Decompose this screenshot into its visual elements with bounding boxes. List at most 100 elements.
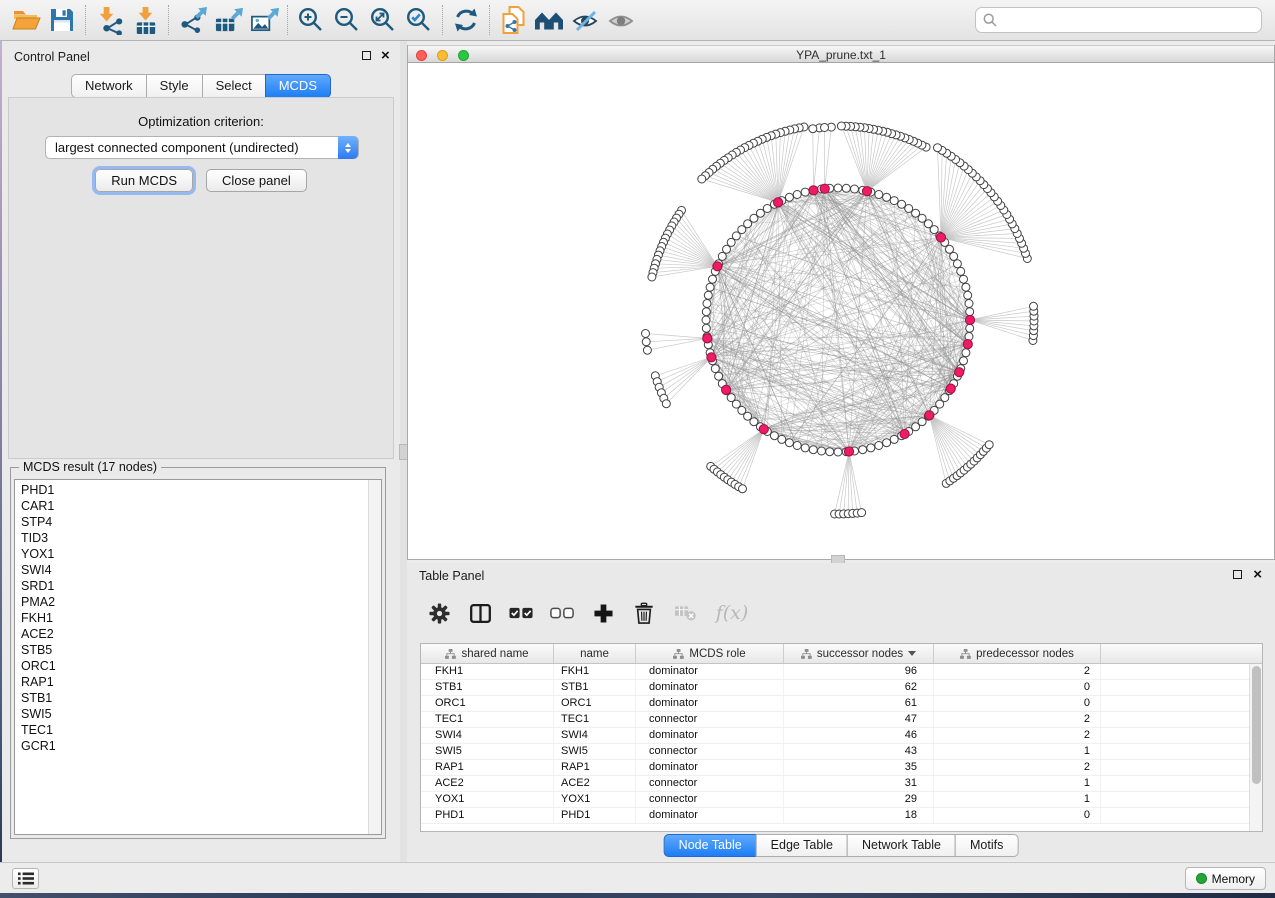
mcds-result-item[interactable]: PMA2 — [21, 594, 381, 610]
mcds-result-item[interactable]: GCR1 — [21, 738, 381, 754]
mcds-result-item[interactable]: SRD1 — [21, 578, 381, 594]
tab-network-table[interactable]: Network Table — [847, 834, 956, 857]
table-cell[interactable]: RAP1 — [554, 760, 636, 775]
save-session-icon[interactable] — [44, 3, 80, 37]
table-cell[interactable]: 1 — [934, 792, 1101, 807]
table-cell[interactable]: 18 — [784, 808, 934, 823]
network-node[interactable] — [709, 275, 717, 283]
close-panel-button[interactable]: Close panel — [206, 169, 307, 192]
zoom-out-icon[interactable] — [329, 3, 365, 37]
run-mcds-button[interactable]: Run MCDS — [95, 169, 193, 192]
network-node[interactable] — [953, 260, 961, 268]
export-image-icon[interactable] — [246, 3, 282, 37]
table-cell[interactable]: dominator — [636, 728, 784, 743]
table-cell[interactable]: ORC1 — [421, 696, 554, 711]
memory-button[interactable]: Memory — [1185, 867, 1266, 890]
table-cell[interactable]: 46 — [784, 728, 934, 743]
scrollbar-thumb[interactable] — [1252, 666, 1261, 784]
network-node[interactable] — [875, 191, 883, 199]
refresh-layout-icon[interactable] — [448, 3, 484, 37]
network-node[interactable] — [727, 238, 735, 246]
table-cell[interactable]: RAP1 — [421, 760, 554, 775]
table-cell[interactable]: dominator — [636, 664, 784, 679]
table-cell[interactable]: 2 — [934, 728, 1101, 743]
network-node[interactable] — [643, 346, 651, 354]
mcds-result-item[interactable]: ORC1 — [21, 658, 381, 674]
table-cell[interactable]: SWI4 — [421, 728, 554, 743]
network-node[interactable] — [962, 349, 970, 357]
network-node[interactable] — [662, 400, 670, 408]
table-cell[interactable]: connector — [636, 712, 784, 727]
network-node[interactable] — [962, 283, 970, 291]
hide-selected-icon[interactable] — [567, 3, 603, 37]
table-cell[interactable]: TEC1 — [421, 712, 554, 727]
network-node[interactable] — [898, 200, 906, 208]
table-cell[interactable]: dominator — [636, 696, 784, 711]
network-canvas[interactable] — [408, 63, 1274, 558]
table-cell[interactable]: 61 — [784, 696, 934, 711]
network-node[interactable] — [834, 184, 842, 192]
network-node[interactable] — [950, 252, 958, 260]
table-cell[interactable]: FKH1 — [421, 664, 554, 679]
column-header-predecessor-nodes[interactable]: predecessor nodes — [934, 644, 1101, 663]
show-all-icon[interactable] — [603, 3, 639, 37]
network-node[interactable] — [702, 316, 710, 324]
mcds-result-item[interactable]: STP4 — [21, 514, 381, 530]
copy-network-icon[interactable] — [495, 3, 531, 37]
float-panel-icon[interactable] — [362, 51, 371, 60]
close-panel-icon[interactable]: × — [1253, 570, 1262, 579]
mcds-hub-node[interactable] — [936, 233, 945, 242]
mcds-result-item[interactable]: RAP1 — [21, 674, 381, 690]
table-cell[interactable]: 47 — [784, 712, 934, 727]
table-cell[interactable]: ACE2 — [421, 776, 554, 791]
mcds-result-item[interactable]: STB1 — [21, 690, 381, 706]
mcds-hub-node[interactable] — [774, 198, 783, 207]
mcds-hub-node[interactable] — [925, 411, 934, 420]
network-node[interactable] — [770, 432, 778, 440]
network-node[interactable] — [826, 448, 834, 456]
table-cell[interactable]: ACE2 — [554, 776, 636, 791]
network-titlebar[interactable]: YPA_prune.txt_1 — [408, 45, 1274, 63]
tab-motifs[interactable]: Motifs — [955, 834, 1018, 857]
network-node[interactable] — [715, 372, 723, 380]
network-node[interactable] — [960, 275, 968, 283]
network-node[interactable] — [739, 485, 747, 493]
export-network-icon[interactable] — [174, 3, 210, 37]
network-node[interactable] — [821, 124, 829, 132]
network-graph[interactable] — [408, 63, 1274, 558]
tab-node-table[interactable]: Node Table — [664, 834, 757, 857]
vertical-splitter[interactable] — [400, 41, 407, 862]
network-node[interactable] — [809, 446, 817, 454]
network-node[interactable] — [883, 193, 891, 201]
network-node[interactable] — [957, 267, 965, 275]
network-node[interactable] — [785, 193, 793, 201]
table-cell[interactable]: ORC1 — [554, 696, 636, 711]
table-cell[interactable]: STB1 — [554, 680, 636, 695]
network-node[interactable] — [858, 509, 866, 517]
zoom-selected-icon[interactable] — [401, 3, 437, 37]
select-all-rows-icon[interactable] — [509, 598, 533, 628]
deselect-all-rows-icon[interactable] — [550, 598, 574, 628]
tab-style[interactable]: Style — [146, 74, 203, 98]
table-cell[interactable]: dominator — [636, 680, 784, 695]
table-cell[interactable]: TEC1 — [554, 712, 636, 727]
mcds-hub-node[interactable] — [946, 384, 955, 393]
float-panel-icon[interactable] — [1233, 570, 1242, 579]
mcds-hub-node[interactable] — [707, 353, 716, 362]
mcds-hub-node[interactable] — [965, 315, 974, 324]
table-cell[interactable]: dominator — [636, 808, 784, 823]
create-column-icon[interactable] — [591, 598, 615, 628]
network-node[interactable] — [706, 283, 714, 291]
mcds-hub-node[interactable] — [862, 187, 871, 196]
network-node[interactable] — [890, 435, 898, 443]
network-node[interactable] — [648, 273, 656, 281]
table-cell[interactable]: 96 — [784, 664, 934, 679]
mcds-result-item[interactable]: SWI4 — [21, 562, 381, 578]
network-node[interactable] — [642, 338, 650, 346]
mcds-result-item[interactable]: FKH1 — [21, 610, 381, 626]
tab-network[interactable]: Network — [71, 74, 147, 98]
network-node[interactable] — [966, 308, 974, 316]
network-node[interactable] — [801, 444, 809, 452]
zoom-in-icon[interactable] — [293, 3, 329, 37]
tab-select[interactable]: Select — [202, 74, 266, 98]
